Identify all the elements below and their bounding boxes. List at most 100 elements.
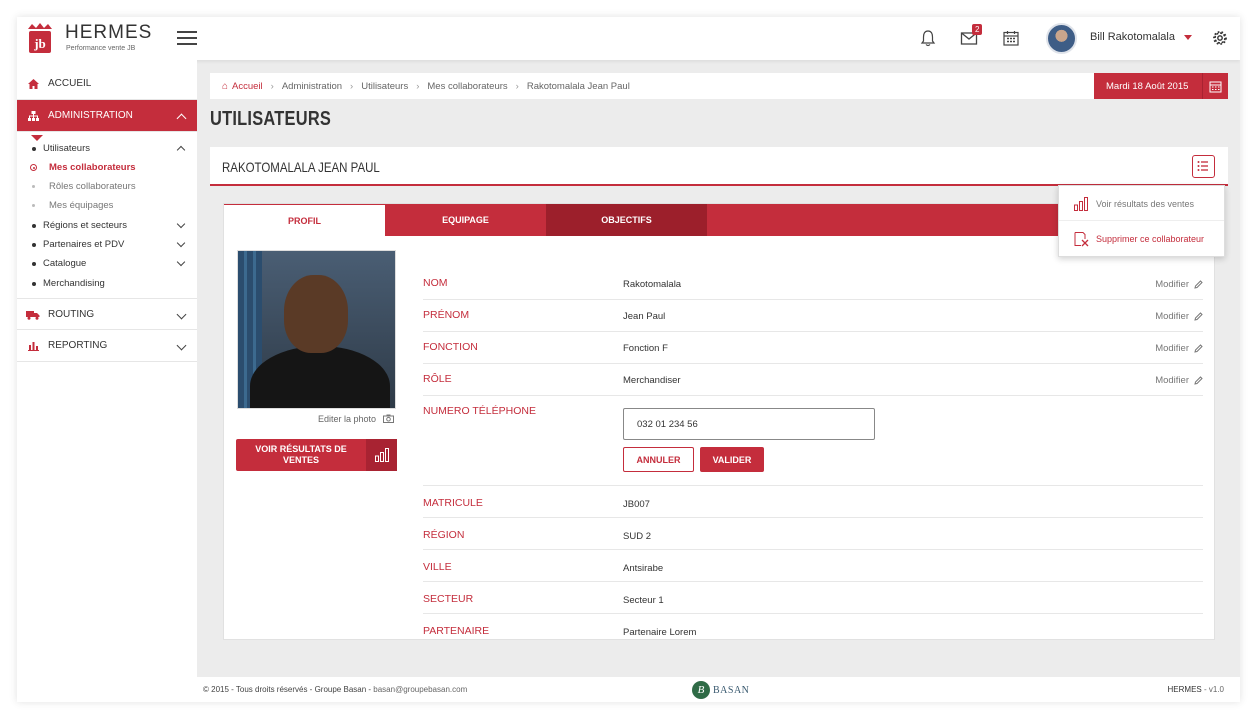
- pencil-icon: [1194, 280, 1203, 289]
- info-label: MATRICULE: [423, 497, 483, 509]
- menu-item-view-sales[interactable]: Voir résultats des ventes: [1059, 187, 1224, 221]
- submenu-mes-collaborateurs[interactable]: Mes collaborateurs: [17, 158, 197, 177]
- submenu-label: Régions et secteurs: [43, 220, 127, 231]
- submenu-regions-secteurs[interactable]: Régions et secteurs: [17, 216, 197, 235]
- modify-link[interactable]: Modifier: [1155, 279, 1203, 290]
- copyright-text: © 2015 - Tous droits réservés - Groupe B…: [203, 685, 372, 694]
- basan-logo: B BASAN: [692, 680, 749, 700]
- submenu-label: Catalogue: [43, 258, 87, 269]
- breadcrumb-link[interactable]: Administration: [282, 81, 342, 92]
- field-label: NOM: [423, 277, 448, 289]
- sidebar-item-label: ROUTING: [48, 308, 95, 320]
- info-row-region: RÉGION SUD 2: [423, 518, 1203, 550]
- footer: © 2015 - Tous droits réservés - Groupe B…: [197, 677, 1240, 702]
- list-icon: [1197, 161, 1208, 171]
- submenu-partenaires-pdv[interactable]: Partenaires et PDV: [17, 235, 197, 254]
- gear-icon[interactable]: [1211, 29, 1229, 47]
- cancel-button[interactable]: ANNULER: [623, 447, 694, 472]
- menu-item-label: Voir résultats des ventes: [1096, 198, 1195, 209]
- date-button[interactable]: Mardi 18 Août 2015: [1094, 73, 1228, 99]
- field-value: Merchandiser: [623, 375, 681, 386]
- tab-equipage[interactable]: EQUIPAGE: [385, 204, 546, 236]
- chevron-down-icon: [176, 257, 186, 267]
- actions-menu-button[interactable]: [1192, 155, 1215, 178]
- modify-link[interactable]: Modifier: [1155, 375, 1203, 386]
- submenu-label: Utilisateurs: [43, 143, 90, 154]
- sidebar-item-routing[interactable]: ROUTING: [17, 298, 197, 330]
- brand-name: HERMES: [65, 22, 153, 43]
- submenu-merchandising[interactable]: Merchandising: [17, 274, 197, 293]
- user-menu-caret-icon[interactable]: [1184, 35, 1192, 40]
- chevron-up-icon: [176, 113, 187, 124]
- field-label: RÔLE: [423, 373, 452, 385]
- submenu-utilisateurs[interactable]: Utilisateurs: [17, 139, 197, 158]
- submenu-label: Merchandising: [43, 278, 105, 289]
- profile-name: RAKOTOMALALA JEAN PAUL: [222, 159, 380, 175]
- mail-count-badge: 2: [972, 24, 983, 35]
- info-label: SECTEUR: [423, 593, 474, 605]
- submenu-label: Mes collaborateurs: [49, 162, 136, 173]
- delete-document-icon: [1074, 232, 1089, 247]
- user-avatar[interactable]: [1046, 23, 1077, 54]
- home-icon: ⌂: [222, 80, 229, 92]
- menu-toggle-button[interactable]: [177, 31, 197, 45]
- basan-logo-text: BASAN: [713, 684, 750, 696]
- pencil-icon: [1194, 376, 1203, 385]
- modify-link[interactable]: Modifier: [1155, 311, 1203, 322]
- submenu-label: Mes équipages: [49, 200, 114, 211]
- bell-icon[interactable]: [919, 29, 937, 47]
- calendar-icon[interactable]: [1002, 29, 1020, 47]
- breadcrumb-link[interactable]: Mes collaborateurs: [427, 81, 507, 92]
- logo-icon: jb: [28, 23, 52, 53]
- calendar-icon: [1209, 81, 1222, 92]
- info-row-ville: VILLE Antsirabe: [423, 550, 1203, 582]
- profile-photo: [237, 250, 396, 409]
- tab-objectifs[interactable]: OBJECTIFS: [546, 204, 707, 236]
- actions-dropdown: Voir résultats des ventes Supprimer ce c…: [1058, 185, 1225, 257]
- validate-button[interactable]: VALIDER: [700, 447, 764, 472]
- view-sales-button[interactable]: VOIR RÉSULTATS DE VENTES: [236, 439, 397, 471]
- brand-tagline: Performance vente JB: [66, 45, 136, 52]
- breadcrumb: ⌂ Accueil › Administration › Utilisateur…: [210, 73, 1228, 99]
- menu-item-delete-collaborator[interactable]: Supprimer ce collaborateur: [1059, 222, 1224, 256]
- submenu-label: Partenaires et PDV: [43, 239, 125, 250]
- info-value: Secteur 1: [623, 595, 664, 606]
- sidebar: ACCUEIL ADMINISTRATION Utilisateurs Mes …: [17, 60, 197, 702]
- info-row-matricule: MATRICULE JB007: [423, 486, 1203, 518]
- tab-profil[interactable]: PROFIL: [224, 204, 385, 236]
- submenu-mes-equipages[interactable]: Mes équipages: [17, 196, 197, 215]
- info-label: PARTENAIRE: [423, 625, 490, 637]
- sidebar-item-label: REPORTING: [48, 340, 108, 351]
- field-value: Fonction F: [623, 343, 668, 354]
- camera-icon: [382, 414, 394, 423]
- sidebar-item-label: ADMINISTRATION: [48, 110, 133, 121]
- sidebar-item-reporting[interactable]: REPORTING: [17, 330, 197, 362]
- svg-text:jb: jb: [33, 36, 46, 51]
- basan-logo-icon: B: [692, 681, 710, 699]
- field-row-fonction: FONCTION Fonction F Modifier: [423, 332, 1203, 364]
- chevron-down-icon: [176, 340, 187, 351]
- phone-input[interactable]: [623, 408, 875, 440]
- breadcrumb-link[interactable]: Utilisateurs: [361, 81, 408, 92]
- info-label: RÉGION: [423, 529, 465, 541]
- truck-icon: [26, 311, 40, 320]
- breadcrumb-link[interactable]: Accueil: [232, 81, 263, 92]
- modify-link[interactable]: Modifier: [1155, 343, 1203, 354]
- modify-label: Modifier: [1155, 311, 1189, 322]
- sidebar-item-accueil[interactable]: ACCUEIL: [17, 68, 197, 100]
- view-sales-label: VOIR RÉSULTATS DE VENTES: [255, 444, 347, 465]
- user-name[interactable]: Bill Rakotomalala: [1090, 31, 1175, 43]
- submenu-catalogue[interactable]: Catalogue: [17, 254, 197, 273]
- footer-email-link[interactable]: basan@groupebasan.com: [373, 685, 467, 694]
- pencil-icon: [1194, 312, 1203, 321]
- submenu-roles-collaborateurs[interactable]: Rôles collaborateurs: [17, 177, 197, 196]
- edit-photo-link[interactable]: Editer la photo: [318, 414, 394, 424]
- bar-chart-icon: [28, 342, 39, 351]
- sidebar-item-administration[interactable]: ADMINISTRATION: [17, 100, 197, 132]
- field-label: FONCTION: [423, 341, 478, 353]
- home-icon: [28, 79, 39, 89]
- info-value: Partenaire Lorem: [623, 627, 697, 638]
- info-row-secteur: SECTEUR Secteur 1: [423, 582, 1203, 614]
- page-title: UTILISATEURS: [210, 108, 332, 130]
- hamburger-icon: [177, 31, 197, 33]
